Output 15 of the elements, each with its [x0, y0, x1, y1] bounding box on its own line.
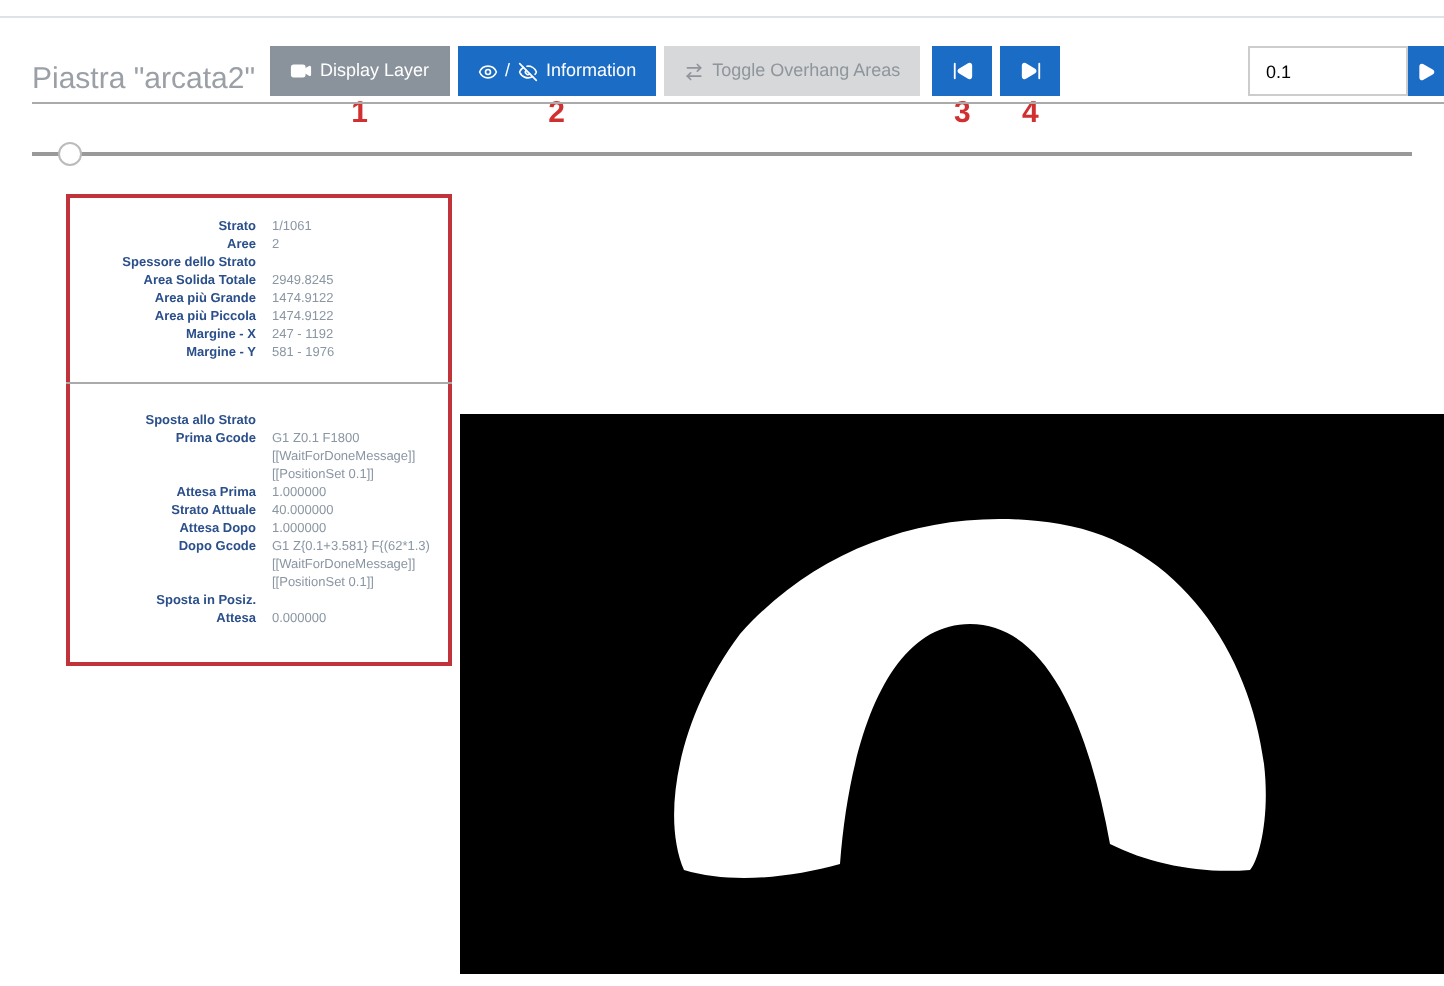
last-layer-button[interactable]: [1000, 46, 1061, 96]
eye-icon: [477, 61, 498, 81]
slider-thumb[interactable]: [57, 142, 82, 166]
information-button[interactable]: / Information: [457, 46, 657, 96]
step-input[interactable]: 0.1: [1248, 46, 1408, 96]
play-button[interactable]: [1408, 46, 1444, 96]
play-icon: [1416, 61, 1436, 81]
swap-arrows-icon: [684, 61, 705, 81]
skip-forward-icon: [1019, 60, 1042, 82]
video-camera-icon: [290, 60, 312, 82]
display-layer-button[interactable]: Display Layer: [270, 46, 450, 96]
page-title: Piastra "arcata2": [32, 60, 258, 100]
first-layer-button[interactable]: [932, 46, 993, 96]
eye-off-icon: [518, 61, 539, 81]
skip-back-icon: [951, 60, 974, 82]
